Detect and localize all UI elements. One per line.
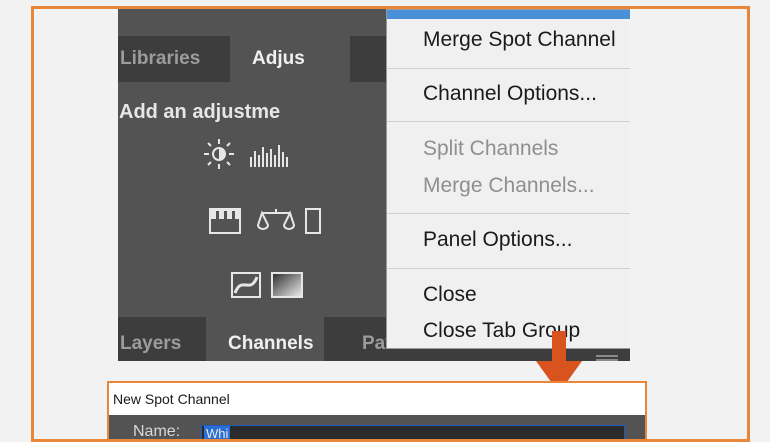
- menu-item-split-channels: Split Channels: [423, 137, 559, 160]
- tab-layers[interactable]: Layers: [120, 317, 181, 361]
- name-label: Name:: [133, 423, 181, 440]
- screenshot-frame: Libraries Adjus Add an adjustme Layers C…: [31, 6, 750, 442]
- tab-adjustments[interactable]: Adjus: [230, 36, 350, 82]
- menu-separator: [387, 68, 630, 69]
- photoshop-panel: Libraries Adjus Add an adjustme Layers C…: [118, 9, 630, 361]
- channel-mixer-icon[interactable]: [304, 207, 322, 237]
- channels-flyout-menu: Merge Spot Channel Channel Options... Sp…: [386, 9, 630, 349]
- brightness-contrast-icon[interactable]: [202, 137, 236, 171]
- menu-separator: [387, 213, 630, 214]
- curves-icon[interactable]: [230, 271, 264, 301]
- black-white-icon[interactable]: [208, 207, 244, 237]
- menu-item-channel-options[interactable]: Channel Options...: [423, 82, 597, 106]
- gradient-map-icon[interactable]: [270, 271, 306, 301]
- menu-item-merge-spot-channel[interactable]: Merge Spot Channel: [423, 28, 616, 52]
- new-spot-channel-dialog: New Spot Channel Name: Whi: [107, 381, 647, 441]
- name-field-value: Whi: [204, 426, 231, 441]
- levels-icon[interactable]: [248, 143, 294, 167]
- dialog-title: New Spot Channel: [109, 383, 645, 415]
- panel-menu-icon[interactable]: [596, 355, 618, 361]
- menu-item-panel-options[interactable]: Panel Options...: [423, 228, 572, 252]
- menu-item-merge-channels: Merge Channels...: [423, 174, 595, 197]
- name-field[interactable]: Whi: [201, 425, 625, 441]
- color-balance-icon[interactable]: [256, 205, 296, 237]
- menu-separator: [387, 268, 630, 269]
- menu-separator: [387, 121, 630, 122]
- tab-libraries[interactable]: Libraries: [120, 36, 228, 82]
- highlighted-menu-item[interactable]: [387, 10, 630, 19]
- tab-channels[interactable]: Channels: [206, 317, 324, 361]
- adjustments-heading: Add an adjustme: [119, 101, 281, 123]
- menu-item-close[interactable]: Close: [423, 283, 477, 307]
